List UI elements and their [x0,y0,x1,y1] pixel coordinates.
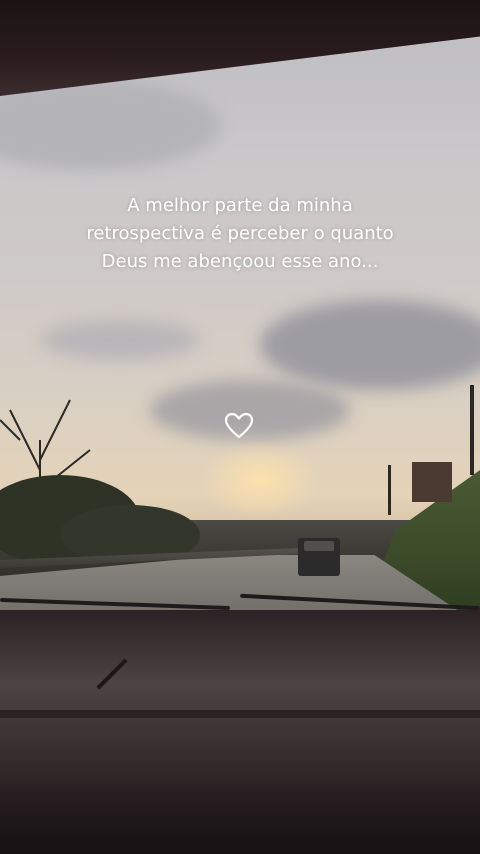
utility-pole [470,385,474,475]
dashboard-ridge [0,710,480,718]
caption-line: retrospectiva é perceber o quanto [86,223,394,244]
utility-pole [388,465,391,515]
car-dashboard [0,610,480,854]
caption-line: Deus me abençoou esse ano... [101,251,379,272]
heart-outline-icon [224,412,254,439]
roadside-building [412,462,452,502]
story-caption: A melhor parte da minha retrospectiva é … [20,192,460,276]
caption-line: A melhor parte da minha [127,195,353,216]
tree-left [0,399,200,565]
pickup-truck [298,538,340,576]
